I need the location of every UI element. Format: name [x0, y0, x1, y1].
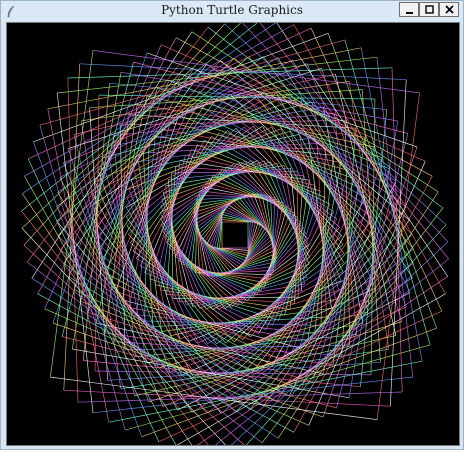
spiral-line	[161, 199, 200, 309]
spiral-line	[322, 146, 418, 418]
turtle-canvas[interactable]	[6, 22, 460, 446]
spiral-line	[52, 322, 324, 418]
spiral-line	[199, 270, 309, 309]
spiral-line	[161, 161, 271, 200]
spiral-line	[176, 293, 446, 445]
spiral-line	[310, 28, 443, 312]
spiral-line	[158, 310, 442, 443]
spiral-line	[270, 161, 309, 271]
spiral-line	[146, 52, 418, 148]
spiral-line	[24, 176, 177, 445]
spiral-line	[293, 24, 446, 294]
close-icon	[445, 5, 454, 14]
window-title: Python Turtle Graphics	[161, 3, 303, 17]
spiral-line	[276, 23, 448, 277]
maximize-icon	[425, 5, 434, 14]
spiral-line	[27, 158, 160, 442]
minimize-button[interactable]	[399, 2, 419, 17]
close-button[interactable]	[439, 2, 459, 17]
spiral-drawing	[21, 23, 449, 445]
minimize-icon	[406, 12, 413, 14]
turtle-window: Python Turtle Graphics	[0, 0, 464, 450]
spiral-line	[52, 52, 148, 324]
maximize-button[interactable]	[419, 2, 439, 17]
title-bar[interactable]: Python Turtle Graphics	[1, 1, 463, 21]
spiral-line	[24, 24, 294, 177]
spiral-line	[214, 258, 449, 445]
spiral-line	[28, 27, 312, 160]
